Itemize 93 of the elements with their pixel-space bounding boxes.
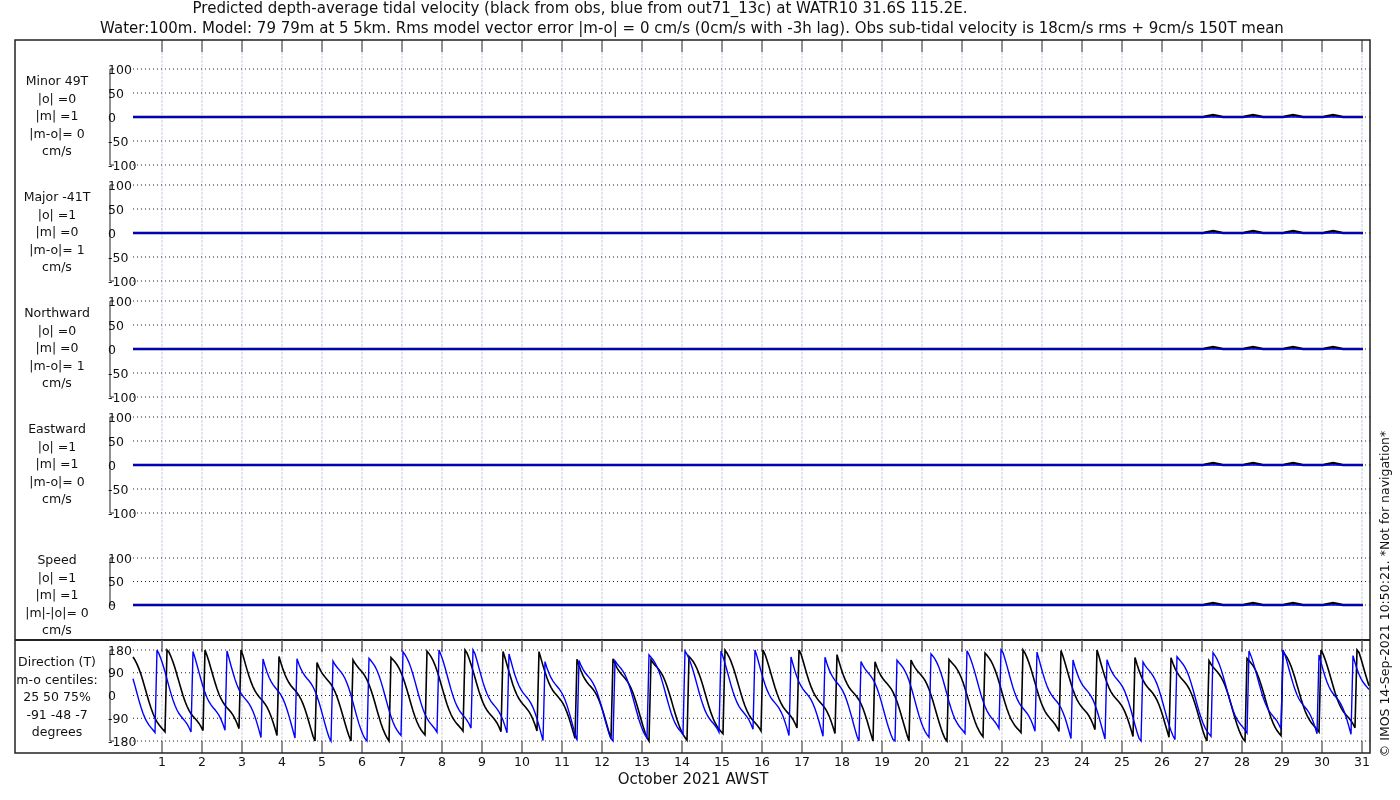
x-tick-label: 14	[674, 754, 690, 769]
x-tick-label: 19	[874, 754, 890, 769]
x-tick-label: 10	[514, 754, 530, 769]
panel-label: Northward	[24, 305, 90, 320]
x-tick-label: 2	[198, 754, 206, 769]
panel-label: 25 50 75%	[23, 689, 91, 704]
panel-label: |o| =0	[37, 90, 77, 106]
x-tick-label: 11	[554, 754, 570, 769]
y-tick-label: 50	[108, 317, 124, 333]
y-tick-label: -180	[108, 733, 137, 749]
y-tick-label: 0	[108, 225, 116, 241]
y-tick-label: 100	[108, 177, 132, 193]
x-tick-label: 26	[1154, 754, 1170, 769]
panel-label: m-o centiles:	[16, 671, 98, 687]
x-tick-label: 16	[754, 754, 770, 769]
x-tick-label: 8	[438, 754, 446, 769]
y-tick-label: 100	[108, 293, 132, 309]
panel-label: |m-o|= 0	[29, 125, 85, 141]
y-tick-label: -50	[108, 249, 129, 265]
x-tick-label: 18	[834, 754, 850, 769]
x-tick-label: 5	[318, 754, 326, 769]
panel-label: |o| =1	[37, 438, 77, 454]
x-tick-label: 22	[994, 754, 1010, 769]
x-tick-label: 20	[914, 754, 930, 769]
y-tick-label: 180	[108, 642, 132, 658]
y-tick-label: -100	[108, 389, 137, 405]
panel-label: degrees	[31, 724, 83, 739]
panel-label: |m-o|= 1	[29, 241, 85, 257]
y-tick-label: -50	[108, 481, 129, 497]
y-tick-label: 50	[108, 201, 124, 217]
chart-title: Water:100m. Model: 79 79m at 5 5km. Rms model vector error |m-o| = 0 cm/s (0cm/s with -3h lag). Obs sub-tidal velocity is 18cm/s rms + 9cm/s 150T mean	[100, 19, 1284, 37]
panel-label: cm/s	[42, 143, 72, 158]
x-tick-label: 12	[594, 754, 610, 769]
panel-label: |m| =1	[35, 587, 79, 602]
x-tick-label: 23	[1034, 754, 1050, 769]
panel-label: |m-o|= 1	[29, 357, 85, 373]
panel-label: cm/s	[42, 622, 72, 637]
y-tick-label: 0	[108, 688, 116, 703]
y-tick-label: 0	[108, 597, 116, 613]
chart-title: Predicted depth-average tidal velocity (black from obs, blue from out71_13c) at WATR10 31.6S 115.2E.	[192, 0, 968, 17]
y-tick-label: 90	[108, 665, 124, 681]
panel-label: Minor 49T	[25, 73, 89, 88]
y-tick-label: 50	[108, 433, 124, 449]
x-tick-label: 4	[278, 754, 286, 769]
x-tick-label: 29	[1274, 754, 1290, 769]
x-tick-label: 3	[238, 754, 246, 769]
y-tick-label: 100	[108, 550, 132, 566]
y-tick-label: -100	[108, 505, 137, 521]
panel-label: |m| =0	[35, 340, 79, 355]
panel-label: Eastward	[28, 421, 86, 436]
x-tick-label: 31	[1354, 754, 1370, 769]
y-tick-label: 50	[108, 574, 124, 589]
y-tick-label: 0	[108, 109, 116, 125]
x-tick-label: 21	[954, 754, 970, 769]
x-axis-label: October 2021 AWST	[617, 770, 769, 788]
x-tick-label: 6	[358, 754, 366, 769]
x-tick-label: 28	[1234, 754, 1250, 769]
x-tick-label: 27	[1194, 754, 1210, 769]
panel-label: Direction (T)	[18, 654, 96, 669]
panel-label: cm/s	[42, 259, 72, 274]
x-tick-label: 9	[478, 754, 486, 769]
panel-label: |m| =1	[35, 108, 79, 123]
panel-label: Speed	[37, 552, 77, 567]
credit-text: © IMOS 14-Sep-2021 10:50:21. *Not for navigation*	[1377, 430, 1392, 758]
x-tick-label: 13	[634, 754, 650, 769]
y-tick-label: 100	[108, 409, 132, 425]
y-tick-label: -100	[108, 157, 137, 173]
panel-label: |m|-|o|= 0	[25, 604, 89, 620]
x-tick-label: 1	[158, 754, 166, 769]
panel-label: |o| =1	[37, 206, 77, 222]
panel-label: cm/s	[42, 375, 72, 390]
panel-label: |o| =1	[37, 569, 77, 585]
panel-label: -91 -48 -7	[26, 706, 88, 722]
y-tick-label: -100	[108, 273, 137, 289]
panel-label: |o| =0	[37, 322, 77, 338]
x-tick-label: 15	[714, 754, 730, 769]
x-tick-label: 25	[1114, 754, 1130, 769]
x-tick-label: 30	[1314, 754, 1330, 769]
panel-label: Major -41T	[23, 189, 91, 204]
panel-label: |m| =1	[35, 456, 79, 471]
y-tick-label: -90	[108, 710, 129, 726]
panel-label: |m| =0	[35, 224, 79, 239]
x-tick-label: 24	[1074, 754, 1090, 769]
y-tick-label: 0	[108, 457, 116, 473]
panel-label: |m-o|= 0	[29, 473, 85, 489]
y-tick-label: -50	[108, 365, 129, 381]
y-tick-label: 0	[108, 341, 116, 357]
y-tick-label: -50	[108, 133, 129, 149]
x-tick-label: 7	[398, 754, 406, 769]
panel-label: cm/s	[42, 491, 72, 506]
y-tick-label: 50	[108, 85, 124, 101]
y-tick-label: 100	[108, 61, 132, 77]
x-tick-label: 17	[794, 754, 810, 769]
